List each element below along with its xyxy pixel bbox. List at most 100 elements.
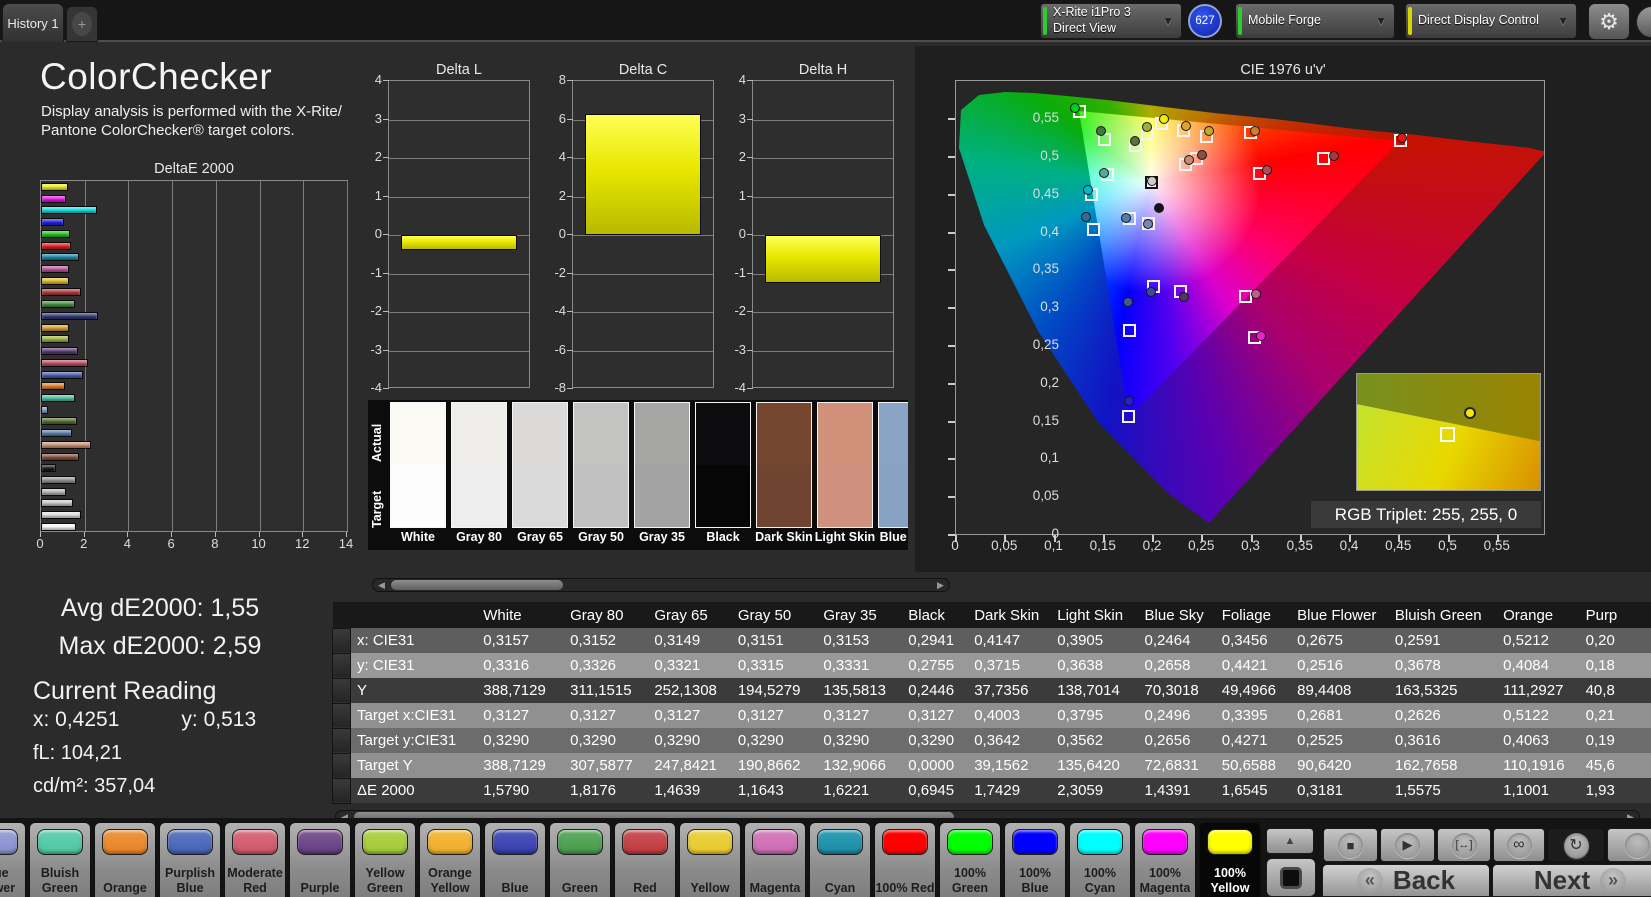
patch-button-magenta[interactable]: Magenta bbox=[744, 822, 806, 897]
table-cell: 194,5279 bbox=[737, 682, 801, 699]
cie-target-magenta bbox=[1239, 289, 1253, 303]
source-status-indicator bbox=[1238, 7, 1242, 35]
cie-measured-black bbox=[1153, 202, 1164, 213]
patch-button-100-green[interactable]: 100% Green bbox=[939, 822, 1001, 897]
refresh-button[interactable]: ↻ bbox=[1547, 828, 1605, 862]
chart-title-delta_l: Delta L bbox=[436, 62, 482, 78]
tick-mark bbox=[747, 80, 753, 81]
patch-button-100-red[interactable]: 100% Red bbox=[874, 822, 936, 897]
patch-color-swatch bbox=[297, 829, 343, 855]
deltae-bar-magenta bbox=[41, 265, 69, 274]
pattern-window-button[interactable] bbox=[1266, 858, 1316, 897]
step-button[interactable]: [↔] bbox=[1437, 828, 1491, 862]
deltae-bar-green bbox=[41, 300, 76, 309]
scroll-left-icon[interactable]: ◀ bbox=[374, 579, 389, 591]
tick-label: 8 bbox=[558, 72, 566, 87]
meter-dropdown[interactable]: X-Rite i1Pro 3 Direct View ▼ bbox=[1040, 3, 1182, 39]
row-handle[interactable] bbox=[332, 727, 351, 754]
row-handle[interactable] bbox=[332, 652, 351, 679]
swatch-light-skin bbox=[817, 402, 873, 528]
row-handle[interactable] bbox=[332, 702, 351, 729]
deltae-bar-100-cyan bbox=[41, 206, 98, 215]
corner-round-button[interactable] bbox=[1636, 6, 1651, 38]
cie-target-red bbox=[1316, 152, 1330, 166]
source-dropdown[interactable]: Mobile Forge ▼ bbox=[1235, 3, 1395, 39]
gridline bbox=[389, 273, 529, 275]
patch-button-green[interactable]: Green bbox=[549, 822, 611, 897]
patch-color-swatch bbox=[362, 829, 408, 855]
row-handle[interactable] bbox=[332, 777, 351, 804]
cie-y-tick-label: 0,45 bbox=[1032, 185, 1059, 201]
gear-icon[interactable]: ⚙ bbox=[1588, 3, 1630, 40]
deltae-bar-light-skin bbox=[41, 440, 92, 449]
meter-count-badge[interactable]: 627 bbox=[1188, 4, 1222, 38]
patch-button-cyan[interactable]: Cyan bbox=[809, 822, 871, 897]
patch-button-moderate-red[interactable]: Moderate Red bbox=[224, 822, 286, 897]
cie-zoom-inset bbox=[1356, 373, 1541, 491]
gridline bbox=[753, 312, 893, 313]
deltae-bar-orange bbox=[41, 382, 66, 391]
display-control-dropdown[interactable]: Direct Display Control ▼ bbox=[1405, 3, 1577, 39]
play-button[interactable]: ▶ bbox=[1380, 828, 1435, 862]
current-y: y: 0,513 bbox=[181, 708, 257, 731]
extra-transport-button[interactable] bbox=[1607, 828, 1651, 862]
patch-button-label: 100% Red bbox=[875, 880, 935, 895]
add-tab-button[interactable]: + bbox=[66, 6, 98, 42]
table-cell: 0,21 bbox=[1585, 707, 1615, 724]
strip-scrollbar[interactable]: ◀ ▶ bbox=[372, 578, 950, 592]
cie-measured-purplish-blue bbox=[1123, 296, 1134, 307]
tick-label: 0 bbox=[738, 226, 746, 241]
tick-mark bbox=[383, 157, 389, 158]
row-handle[interactable] bbox=[332, 627, 351, 654]
page-description-line2: Pantone ColorChecker® target colors. bbox=[41, 122, 295, 139]
deltae2000-x-axis: 0 2 4 6 8 10 12 14 bbox=[36, 532, 353, 552]
patch-button-blue[interactable]: Blue bbox=[484, 822, 546, 897]
swatch-actual bbox=[391, 403, 445, 465]
tab-history-1[interactable]: History 1 bbox=[2, 3, 64, 42]
patch-button-orange-yellow[interactable]: Orange Yellow bbox=[419, 822, 481, 897]
loop-button[interactable]: ∞ bbox=[1493, 828, 1545, 862]
round-icon bbox=[1624, 832, 1650, 858]
table-cell: 163,5325 bbox=[1394, 682, 1458, 699]
actual-row-label: Actual bbox=[370, 423, 384, 463]
patch-button-100-cyan[interactable]: 100% Cyan bbox=[1069, 822, 1131, 897]
patch-button-purple[interactable]: Purple bbox=[289, 822, 351, 897]
row-handle[interactable] bbox=[332, 677, 351, 704]
scroll-right-icon[interactable]: ▶ bbox=[933, 579, 948, 591]
strip-scrollbar-thumb[interactable] bbox=[391, 580, 563, 590]
patch-button-red[interactable]: Red bbox=[614, 822, 676, 897]
current-luminance: cd/m²: 357,04 bbox=[33, 775, 156, 797]
patch-color-swatch bbox=[557, 829, 603, 855]
tick-mark bbox=[747, 234, 753, 235]
cie-x-tick-label: 0,5 bbox=[1438, 538, 1457, 553]
patch-color-swatch bbox=[1207, 829, 1253, 855]
cie-measured-100-cyan bbox=[1082, 184, 1093, 195]
patch-button-yellow[interactable]: Yellow bbox=[679, 822, 741, 897]
patch-button-purplish-blue[interactable]: Purplish Blue bbox=[159, 822, 221, 897]
patch-button-yellow-green[interactable]: Yellow Green bbox=[354, 822, 416, 897]
tick-mark bbox=[747, 388, 753, 389]
patch-button-100-blue[interactable]: 100% Blue bbox=[1004, 822, 1066, 897]
swatch-target bbox=[818, 465, 872, 527]
table-cell: 0,4003 bbox=[974, 707, 1021, 724]
next-button[interactable]: Next » bbox=[1492, 864, 1651, 897]
table-cell: 0,2496 bbox=[1144, 707, 1191, 724]
back-button[interactable]: « Back bbox=[1322, 864, 1490, 897]
patch-button-100-yellow[interactable]: 100% Yellow bbox=[1199, 822, 1261, 897]
deltae-bar-gray-35 bbox=[41, 476, 77, 484]
row-handle[interactable] bbox=[332, 752, 351, 779]
patch-button-label: 100% Green bbox=[951, 866, 989, 895]
table-cell: 1,93 bbox=[1585, 782, 1615, 799]
patch-button-bluish-green[interactable]: Bluish Green bbox=[29, 822, 91, 897]
actual-target-strip: Actual Target White Gray 80 Gray 65 Gray 50 Gr… bbox=[368, 400, 908, 550]
deltae-bar-yellow bbox=[41, 276, 69, 285]
stop-button[interactable]: ■ bbox=[1323, 828, 1378, 862]
patch-button-100-magenta[interactable]: 100% Magenta bbox=[1134, 822, 1196, 897]
loop-icon: ∞ bbox=[1506, 832, 1532, 858]
collapse-panel-button[interactable]: ▲ bbox=[1266, 828, 1314, 854]
patch-button-blue-flower[interactable]: Blue Flower bbox=[0, 822, 26, 897]
deltae-bar-100-yellow bbox=[41, 183, 69, 191]
table-row: Target x:CIE31 0,3127 0,3127 0,3127 0,3127 0,… bbox=[332, 702, 1651, 729]
table-row-header: x: CIE31 bbox=[357, 632, 415, 649]
patch-button-orange[interactable]: Orange bbox=[94, 822, 156, 897]
